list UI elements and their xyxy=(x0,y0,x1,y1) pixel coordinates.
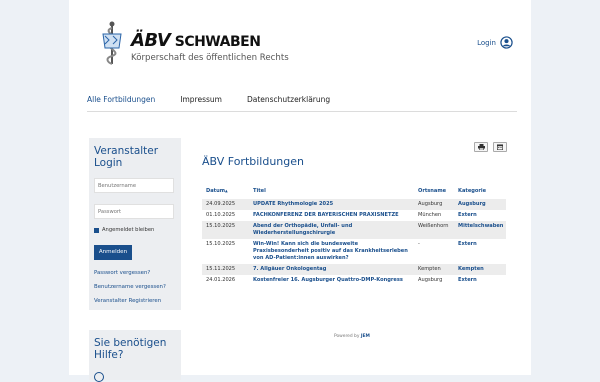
organizer-login-panel: Veranstalter Login Angemeldet bleiben An… xyxy=(89,138,181,310)
event-location: Augsburg xyxy=(418,277,443,283)
event-category-link[interactable]: Mittelschwaben xyxy=(458,223,503,229)
powered-by-brand-link[interactable]: JEM xyxy=(361,334,370,339)
register-organizer-link[interactable]: Veranstalter Registrieren xyxy=(94,298,161,304)
page-container: ÄBV SCHWABEN Körperschaft des öffentlich… xyxy=(69,0,531,382)
calendar-export-button[interactable] xyxy=(493,142,507,152)
event-location: München xyxy=(418,212,442,218)
event-location: - xyxy=(418,241,420,247)
page-title: ÄBV Fortbildungen xyxy=(202,155,304,168)
column-header-datum[interactable]: Datum▲ xyxy=(202,186,249,199)
column-header-datum-label: Datum xyxy=(206,188,226,194)
column-header-kategorie[interactable]: Kategorie xyxy=(454,186,506,199)
column-header-titel[interactable]: Titel xyxy=(249,186,414,199)
event-category-link[interactable]: Kempten xyxy=(458,266,484,272)
nav-item-alle-fortbildungen[interactable]: Alle Fortbildungen xyxy=(87,95,155,111)
event-title-link[interactable]: 7. Allgäuer Onkologentag xyxy=(253,266,326,272)
event-location: Augsburg xyxy=(414,199,454,210)
table-row: 15.10.2025 Win-Win! Kann sich die bundes… xyxy=(202,239,506,264)
brand-tagline: Körperschaft des öffentlichen Rechts xyxy=(131,53,289,63)
print-button[interactable] xyxy=(474,142,488,152)
event-title-link[interactable]: FACHKONFERENZ DER BAYERISCHEN PRAXISNETZ… xyxy=(253,212,399,218)
table-row: 15.11.2025 7. Allgäuer Onkologentag Kemp… xyxy=(202,264,506,275)
sort-ascending-icon: ▲ xyxy=(225,189,228,193)
help-icon xyxy=(94,372,104,382)
event-date: 01.10.2025 xyxy=(206,212,236,218)
caduceus-logo-icon xyxy=(102,21,122,65)
help-panel-title: Sie benötigen Hilfe? xyxy=(94,337,167,361)
event-category-link[interactable]: Augsburg xyxy=(458,201,486,207)
calendar-icon xyxy=(497,144,503,150)
event-date: 24.09.2025 xyxy=(202,199,249,210)
username-input[interactable] xyxy=(94,178,174,193)
brand-name: ÄBV SCHWABEN xyxy=(131,30,261,51)
table-row: 24.09.2025 UPDATE Rhythmologie 2025 Augs… xyxy=(202,199,506,210)
event-title-link[interactable]: UPDATE Rhythmologie 2025 xyxy=(253,201,333,207)
events-table-header: Datum▲ Titel Ortsname Kategorie xyxy=(202,186,506,199)
forgot-password-link[interactable]: Passwort vergessen? xyxy=(94,270,150,276)
brand-abv: ÄBV xyxy=(131,30,171,51)
powered-by-prefix: Powered by xyxy=(334,334,360,339)
column-header-titel-label: Titel xyxy=(253,188,266,194)
event-category-link[interactable]: Extern xyxy=(458,212,477,218)
remember-me[interactable]: Angemeldet bleiben xyxy=(94,227,154,233)
login-panel-title: Veranstalter Login xyxy=(94,145,159,169)
event-location: Kempten xyxy=(414,264,454,275)
nav-item-impressum[interactable]: Impressum xyxy=(180,95,222,111)
event-date: 24.01.2026 xyxy=(206,277,236,283)
login-label: Login xyxy=(477,38,496,47)
event-category-link[interactable]: Extern xyxy=(458,241,477,247)
event-title-link[interactable]: Abend der Orthopädie, Unfall- und Wieder… xyxy=(253,223,352,236)
event-title-link[interactable]: Kostenfreier 16. Augsburger Quattro-DMP-… xyxy=(253,277,403,283)
table-row: 01.10.2025 FACHKONFERENZ DER BAYERISCHEN… xyxy=(202,210,506,221)
login-submit-button[interactable]: Anmelden xyxy=(94,245,132,260)
event-title-link[interactable]: Win-Win! Kann sich die bundesweite Praxi… xyxy=(253,241,408,261)
event-date: 15.10.2025 xyxy=(206,241,236,247)
printer-icon xyxy=(477,144,485,150)
table-row: 24.01.2026 Kostenfreier 16. Augsburger Q… xyxy=(202,275,506,286)
help-panel: Sie benötigen Hilfe? xyxy=(89,330,181,382)
password-input[interactable] xyxy=(94,204,174,219)
brand-region: SCHWABEN xyxy=(174,34,261,50)
column-header-ortsname[interactable]: Ortsname xyxy=(414,186,454,199)
login-link[interactable]: Login xyxy=(477,36,513,49)
powered-by: Powered by JEM xyxy=(334,334,370,339)
forgot-username-link[interactable]: Benutzername vergessen? xyxy=(94,284,166,290)
remember-me-checkbox[interactable] xyxy=(94,227,99,233)
event-location: Weißenhorn xyxy=(414,221,454,239)
abv-logo[interactable]: ÄBV SCHWABEN Körperschaft des öffentlich… xyxy=(97,20,297,70)
event-date: 15.11.2025 xyxy=(202,264,249,275)
events-table: Datum▲ Titel Ortsname Kategorie 24.09.20… xyxy=(202,186,506,286)
nav-item-datenschutz[interactable]: Datenschutzerklärung xyxy=(247,95,330,111)
column-header-kategorie-label: Kategorie xyxy=(458,188,487,194)
event-category-link[interactable]: Extern xyxy=(458,277,477,283)
event-date: 15.10.2025 xyxy=(202,221,249,239)
table-row: 15.10.2025 Abend der Orthopädie, Unfall-… xyxy=(202,221,506,239)
remember-me-label: Angemeldet bleiben xyxy=(102,227,155,233)
user-circle-icon xyxy=(500,36,513,49)
column-header-ortsname-label: Ortsname xyxy=(418,188,447,194)
main-nav: Alle Fortbildungen Impressum Datenschutz… xyxy=(87,95,517,112)
